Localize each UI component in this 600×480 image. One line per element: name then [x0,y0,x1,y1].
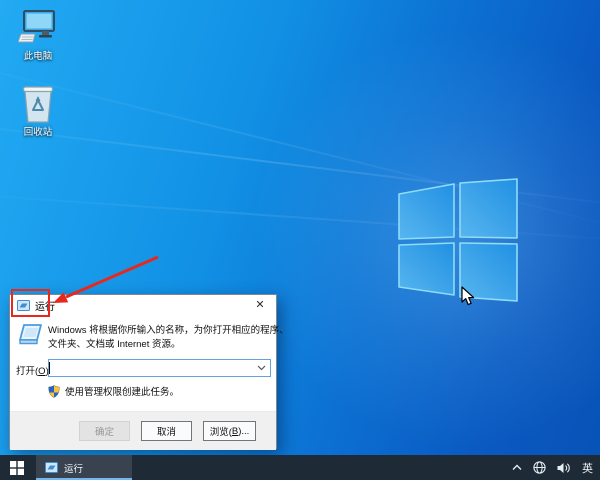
mouse-cursor [461,286,475,306]
start-button[interactable] [0,455,34,480]
chevron-down-icon [257,365,265,371]
run-window-icon [45,462,58,473]
annotation-highlight-rect [11,289,50,317]
desktop-icon-label: 此电脑 [23,51,53,62]
desktop-icon-recycle-bin[interactable]: 回收站 [10,82,66,138]
system-tray: 英 [512,455,600,480]
windows-start-icon [10,460,24,475]
open-label: 打开(O): [16,366,51,377]
run-dialog-body: Windows 将根据你所输入的名称，为你打开相应的程序、 文件夹、文档或 In… [10,316,289,411]
ok-button[interactable]: 确定 [79,421,130,441]
combobox-dropdown-button[interactable] [252,360,270,376]
close-icon[interactable]: ✕ [244,295,276,316]
network-globe-icon[interactable] [533,461,546,474]
uac-note-text: 使用管理权限创建此任务。 [65,387,180,398]
run-dialog-description: Windows 将根据你所输入的名称，为你打开相应的程序、 文件夹、文档或 In… [48,325,289,350]
run-dialog-footer: 确定 取消 浏览(B)... [10,411,276,450]
windows-logo-wallpaper [398,178,518,302]
taskbar-item-run[interactable]: 运行 [36,455,132,480]
this-pc-icon [18,10,55,43]
run-program-icon [19,324,42,345]
volume-icon[interactable] [557,462,571,474]
browse-button[interactable]: 浏览(B)... [203,421,256,441]
recycle-bin-icon [22,86,54,123]
taskbar-item-label: 运行 [64,463,84,475]
desktop-icon-this-pc[interactable]: 此电脑 [10,8,66,62]
desktop-icons: 此电脑 回收站 [10,8,66,158]
uac-note-row: 使用管理权限创建此任务。 [48,384,179,398]
open-input[interactable] [50,361,252,375]
run-dialog: 运行 ✕ Windows 将根据你所输入的名称，为你打开相应的程序、 文件夹、文… [9,294,289,450]
desktop-icon-label: 回收站 [23,127,53,138]
uac-shield-icon [48,384,60,398]
cancel-button[interactable]: 取消 [141,421,192,441]
ime-language-indicator[interactable]: 英 [582,460,593,476]
taskbar: 运行 英 [0,455,600,480]
open-combobox [48,359,271,377]
show-hidden-icons-chevron-icon[interactable] [512,464,522,471]
